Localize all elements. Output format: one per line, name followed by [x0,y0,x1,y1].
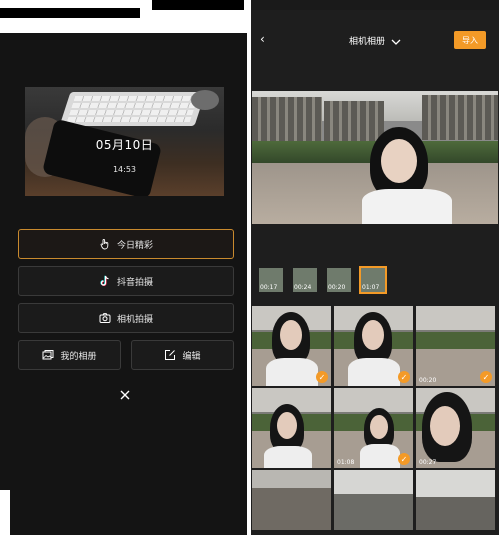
right-status-bar [251,0,499,10]
my-album-label: 我的相册 [60,351,97,362]
media-duration: 01:08 [337,459,355,466]
person-body [362,189,452,224]
thumbnail-item[interactable]: 00:24 [293,268,317,292]
thumbnail-item[interactable]: 00:20 [327,268,351,292]
media-duration: 00:27 [419,459,437,466]
tap-hand-icon [100,238,109,250]
video-preview[interactable]: 05月10日 14:53 [25,87,224,196]
douyin-shoot-button[interactable]: 抖音拍摄 [18,266,234,296]
thumbnail-duration: 01:07 [362,284,380,291]
media-duration: 00:20 [419,377,437,384]
check-icon: ✓ [398,371,410,383]
left-phone-screen: 05月10日 14:53 今日精彩 抖音拍摄 相机拍摄 我的相册 编辑 [0,0,247,535]
media-cell[interactable]: ✓ [252,306,331,386]
left-top-black-strip [0,8,140,18]
preview-divider [251,224,499,264]
media-cell[interactable]: 01:08 ✓ [334,388,413,468]
album-title: 相机相册 [349,37,386,47]
my-album-button[interactable]: 我的相册 [18,340,121,370]
mouse-image [191,90,219,110]
thumbnail-item-selected[interactable]: 01:07 [359,266,387,294]
thumbnail-duration: 00:24 [294,284,312,291]
camera-shoot-label: 相机拍摄 [116,314,153,325]
import-button[interactable]: 导入 [454,31,486,49]
media-cell[interactable] [416,470,495,530]
album-icon [42,350,54,360]
preview-time: 14:53 [112,165,137,174]
edit-button[interactable]: 编辑 [131,340,234,370]
edit-icon [165,350,176,360]
thumbnail-duration: 00:20 [328,284,346,291]
media-cell[interactable] [334,470,413,530]
thumbnail-item[interactable]: 00:17 [259,268,283,292]
screenshot-stage: 05月10日 14:53 今日精彩 抖音拍摄 相机拍摄 我的相册 编辑 ‹ 相机… [0,0,499,535]
left-bottom-white-corner [0,490,10,535]
check-icon: ✓ [398,453,410,465]
media-cell[interactable] [252,470,331,530]
douyin-logo-icon [100,275,109,286]
camera-shoot-button[interactable]: 相机拍摄 [18,303,234,333]
check-icon: ✓ [316,371,328,383]
check-icon: ✓ [480,371,492,383]
right-phone-screen: ‹ 相机相册 导入 00:17 00:24 00:20 01:07 ✓ ✓ 00… [251,0,499,535]
edit-label: 编辑 [182,351,201,362]
today-highlights-button[interactable]: 今日精彩 [18,229,234,259]
close-icon[interactable] [118,388,132,402]
today-highlights-label: 今日精彩 [116,240,153,251]
media-cell[interactable] [252,388,331,468]
media-cell[interactable]: 00:27 [416,388,495,468]
media-cell[interactable]: 00:20 ✓ [416,306,495,386]
camera-icon [99,313,111,323]
person-face [381,139,417,183]
douyin-shoot-label: 抖音拍摄 [116,277,153,288]
chevron-down-icon [391,39,401,45]
preview-date: 05月10日 [95,138,154,152]
thumbnail-duration: 00:17 [260,284,278,291]
album-header: ‹ 相机相册 导入 [251,28,499,56]
left-notch-bar [152,0,244,10]
large-video-preview[interactable] [252,91,498,224]
media-cell[interactable]: ✓ [334,306,413,386]
keyboard-image [59,92,206,126]
